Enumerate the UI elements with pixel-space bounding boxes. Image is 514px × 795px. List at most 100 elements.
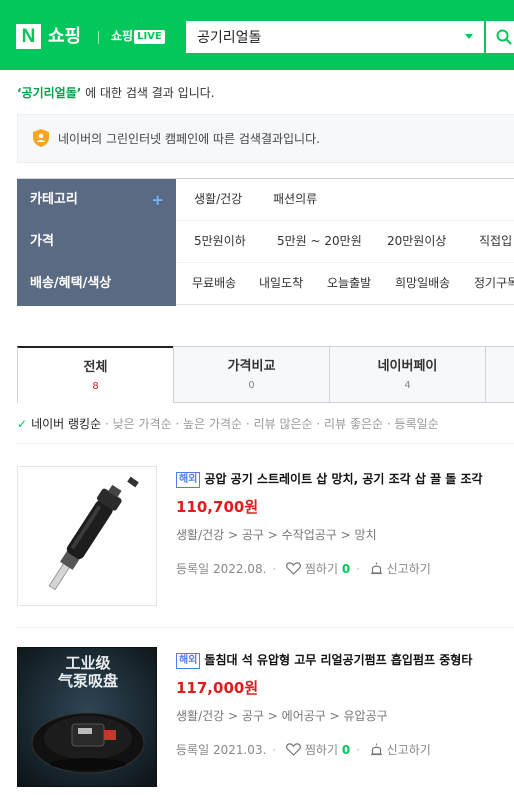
suction-pump-image: 工业级 气泵吸盘 <box>18 648 156 786</box>
search-input[interactable] <box>187 22 457 52</box>
product-title[interactable]: 해외 공압 공기 스트레이트 삽 망치, 공기 조각 삽 끌 돌 조각 <box>176 469 514 489</box>
report-label: 신고하기 <box>386 562 431 576</box>
sort-separator: · <box>245 417 254 431</box>
sort-low-price[interactable]: 낮은 가격순 <box>113 417 172 431</box>
heart-icon <box>286 562 302 575</box>
zzim-button[interactable]: 찜하기 0 <box>286 562 350 576</box>
product-meta: 등록일 2021.03. · 찜하기 0 · 신고하기 <box>176 742 514 758</box>
naver-logo[interactable]: N <box>16 24 41 49</box>
report-label: 신고하기 <box>386 743 431 757</box>
reg-date: 2021.03. <box>212 743 267 757</box>
sort-separator: · <box>386 417 395 431</box>
filter-option-over-200k[interactable]: 20만원이상 <box>387 233 446 249</box>
sort-separator: · <box>316 417 325 431</box>
report-button[interactable]: 신고하기 <box>370 562 431 576</box>
filter-delivery-label: 배송/혜택/색상 <box>30 276 112 291</box>
product-title-text[interactable]: 돌침대 석 유압형 고무 리얼공기펌프 흡입펌프 중형타 <box>204 653 472 667</box>
filter-option-health[interactable]: 생활/건강 <box>194 191 242 207</box>
sort-most-reviews[interactable]: 리뷰 많은순 <box>254 417 313 431</box>
product-info: 해외 공압 공기 스트레이트 삽 망치, 공기 조각 삽 끌 돌 조각 110,7… <box>176 469 514 577</box>
tab-naver-pay[interactable]: 네이버페이 4 <box>329 346 486 403</box>
tab-all-count: 8 <box>92 381 99 392</box>
tab-price-compare-count: 0 <box>248 380 255 391</box>
result-keyword: ‘공기리얼돌’ <box>17 86 82 100</box>
check-icon: ✓ <box>17 417 28 431</box>
tab-price-compare-label: 가격비교 <box>227 359 276 374</box>
sort-ranking[interactable]: 네이버 랭킹순 <box>31 417 101 431</box>
search-icon <box>496 29 512 45</box>
product-title-text[interactable]: 공압 공기 스트레이트 삽 망치, 공기 조각 삽 끌 돌 조각 <box>204 472 482 486</box>
product-price: 117,000원 <box>176 679 259 697</box>
search-box <box>186 21 484 53</box>
result-tabs: 전체 8 가격비교 0 네이버페이 4 <box>17 346 514 403</box>
report-button[interactable]: 신고하기 <box>370 743 431 757</box>
image-caption-line1: 工业级 <box>65 654 111 672</box>
filter-option-desired-date[interactable]: 희망일배송 <box>395 275 450 291</box>
tab-price-compare[interactable]: 가격비교 0 <box>173 346 330 403</box>
shopping-live-link[interactable]: 쇼핑 LIVE <box>111 27 165 45</box>
siren-icon <box>370 743 382 756</box>
sort-newest[interactable]: 등록일순 <box>395 417 439 431</box>
zzim-label: 찜하기 <box>304 562 338 576</box>
shopping-logo[interactable]: 쇼핑 <box>48 24 81 49</box>
sort-best-reviews[interactable]: 리뷰 좋은순 <box>324 417 383 431</box>
product-price: 110,700원 <box>176 498 259 516</box>
zzim-button[interactable]: 찜하기 0 <box>286 743 350 757</box>
filter-category-label: 카테고리 <box>30 192 78 207</box>
filter-price-label: 가격 <box>30 234 54 249</box>
reg-label: 등록일 <box>176 562 210 576</box>
shield-icon <box>33 129 49 147</box>
filter-option-under-50k[interactable]: 5만원이하 <box>194 233 246 249</box>
filter-option-subscription[interactable]: 정기구독 <box>474 275 514 291</box>
siren-icon <box>370 562 382 575</box>
filter-option-tomorrow[interactable]: 내일도착 <box>259 275 303 291</box>
heart-icon <box>286 743 302 756</box>
tab-all[interactable]: 전체 8 <box>17 346 174 403</box>
sort-high-price[interactable]: 높은 가격순 <box>183 417 242 431</box>
divider <box>17 627 514 628</box>
sort-separator: · <box>104 417 113 431</box>
filter-option-today[interactable]: 오늘출발 <box>327 275 371 291</box>
divider <box>17 443 514 444</box>
product-info: 해외 돌침대 석 유압형 고무 리얼공기펌프 흡입펌프 중형타 117,000원 … <box>176 650 514 758</box>
filter-delivery-row: 무료배송 내일도착 오늘출발 희망일배송 정기구독 <box>176 263 514 306</box>
zzim-count: 0 <box>341 562 351 576</box>
filter-option-direct-input[interactable]: 직접입 <box>479 233 512 249</box>
product-image[interactable] <box>17 466 157 606</box>
chevron-down-icon[interactable] <box>465 34 473 39</box>
filter-option-free-shipping[interactable]: 무료배송 <box>192 275 236 291</box>
sort-options: ✓ 네이버 랭킹순 · 낮은 가격순 · 높은 가격순 · 리뷰 많은순 · 리뷰… <box>17 416 439 432</box>
reg-date: 2022.08. <box>212 562 267 576</box>
product-image[interactable]: 工业级 气泵吸盘 <box>17 647 157 787</box>
search-button[interactable] <box>486 21 514 53</box>
filter-category-header[interactable]: 카테고리 + <box>17 179 176 221</box>
meta-separator: · <box>272 562 277 576</box>
search-filter-panel: 카테고리 + 생활/건강 패션의류 가격 5만원이하 5만원 ~ 20만원 20만… <box>17 178 514 306</box>
tab-naver-pay-label: 네이버페이 <box>377 359 438 374</box>
product-meta: 등록일 2022.08. · 찜하기 0 · 신고하기 <box>176 561 514 577</box>
meta-separator: · <box>272 743 277 757</box>
tab-more[interactable] <box>485 346 514 403</box>
plus-icon[interactable]: + <box>151 179 164 221</box>
notice-text: 네이버의 그린인터넷 캠페인에 따른 검색결과입니다. <box>58 132 320 146</box>
overseas-badge: 해외 <box>176 653 201 669</box>
product-category-path: 생활/건강 > 공구 > 수작업공구 > 망치 <box>176 528 377 542</box>
air-chisel-image <box>18 467 156 605</box>
filter-price-header: 가격 <box>17 221 176 263</box>
shopping-live-prefix: 쇼핑 <box>111 29 134 43</box>
filter-category-row: 생활/건강 패션의류 <box>176 179 514 221</box>
zzim-label: 찜하기 <box>304 743 338 757</box>
product-title[interactable]: 해외 돌침대 석 유압형 고무 리얼공기펌프 흡입펌프 중형타 <box>176 650 514 670</box>
meta-separator: · <box>356 562 361 576</box>
tab-all-label: 전체 <box>83 360 108 375</box>
green-internet-notice: 네이버의 그린인터넷 캠페인에 따른 검색결과입니다. <box>17 114 514 163</box>
header-bar: N 쇼핑 쇼핑 LIVE <box>0 0 514 70</box>
filter-option-50k-200k[interactable]: 5만원 ~ 20만원 <box>277 233 362 249</box>
filter-option-fashion[interactable]: 패션의류 <box>273 191 317 207</box>
overseas-badge: 해외 <box>176 472 201 488</box>
search-result-message: ‘공기리얼돌’ 에 대한 검색 결과 입니다. <box>17 85 215 101</box>
reg-label: 등록일 <box>176 743 210 757</box>
zzim-count: 0 <box>341 743 351 757</box>
image-caption-line2: 气泵吸盘 <box>57 672 118 690</box>
filter-price-row: 5만원이하 5만원 ~ 20만원 20만원이상 직접입 <box>176 221 514 263</box>
